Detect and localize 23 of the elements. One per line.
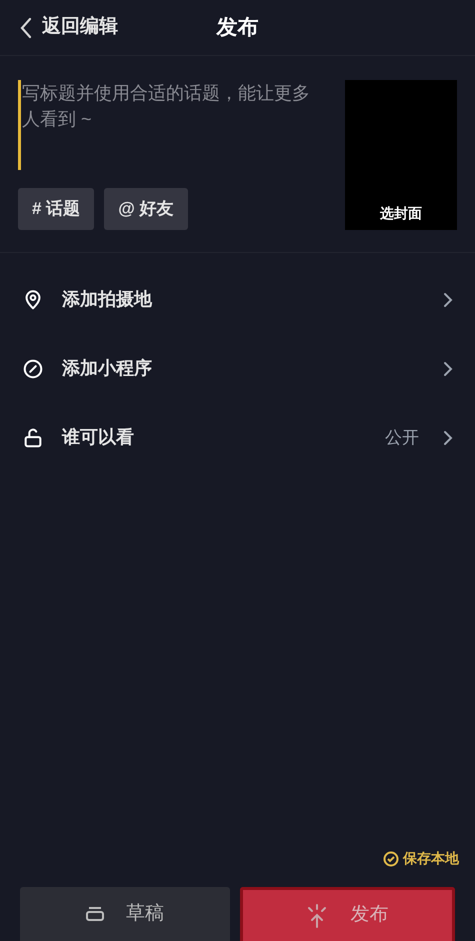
option-label: 谁可以看 — [62, 426, 135, 449]
option-row[interactable]: 添加拍摄地 — [0, 265, 475, 334]
option-label: 添加拍摄地 — [62, 288, 153, 311]
drafts-tray-icon — [86, 906, 104, 922]
chevron-right-icon — [443, 292, 453, 308]
cover-selector[interactable]: 选封面 — [345, 80, 457, 230]
draft-button[interactable]: 草稿 — [20, 887, 230, 941]
option-row[interactable]: 谁可以看 公开 — [0, 403, 475, 472]
page-title: 发布 — [216, 14, 258, 41]
back-button[interactable]: 返回编辑 — [20, 13, 118, 42]
chevron-left-icon — [20, 16, 32, 38]
spark-arrow-icon — [306, 904, 328, 928]
unlocked-padlock-icon — [22, 426, 44, 448]
option-row[interactable]: 添加小程序 — [0, 334, 475, 403]
chevron-right-icon — [443, 430, 453, 446]
save-local-toggle[interactable]: 保存本地 — [383, 848, 459, 869]
option-value: 公开 — [385, 426, 419, 449]
check-circle-icon — [383, 850, 399, 866]
tag-button[interactable]: @ 好友 — [104, 188, 188, 230]
caption-field[interactable]: 写标题并使用合适的话题，能让更多人看到 ~ — [18, 80, 325, 170]
tag-button[interactable]: # 话题 — [18, 188, 94, 230]
option-label: 添加小程序 — [62, 357, 153, 380]
chevron-right-icon — [443, 360, 453, 376]
